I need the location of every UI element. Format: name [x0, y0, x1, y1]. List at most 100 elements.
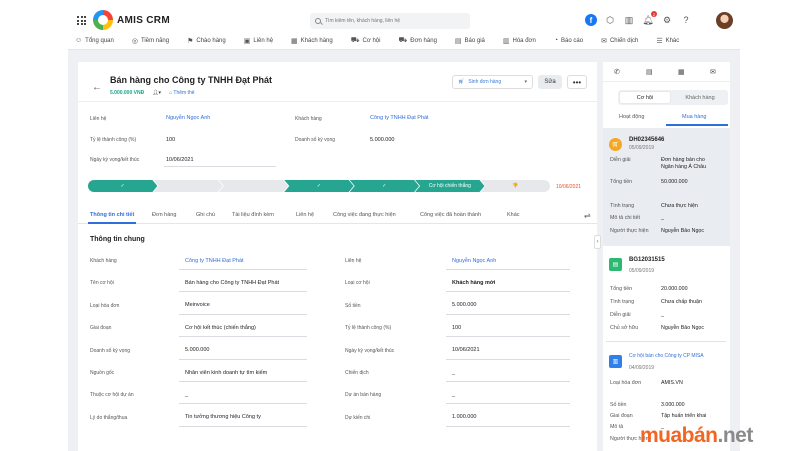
field-value[interactable]: _: [452, 370, 455, 376]
search-input[interactable]: [325, 18, 465, 24]
add-tag-link[interactable]: ⌂ Thêm thẻ: [169, 90, 194, 96]
stage-step[interactable]: Cơ hội chiến thắng: [415, 180, 484, 192]
field-label: Giai đoạn: [90, 325, 112, 332]
nav-label: Khách hàng: [300, 37, 333, 44]
field-value[interactable]: Tin tưởng thương hiệu Công ty: [185, 414, 261, 420]
owner-icon[interactable]: 👤︎▾: [152, 90, 161, 96]
tab-5[interactable]: Công việc đang thực hiện: [333, 212, 396, 218]
nav-item[interactable]: ▥ Hóa đơn: [503, 36, 536, 45]
nav-item[interactable]: ☺ Tổng quan: [75, 36, 114, 45]
field-label: Dự án bán hàng: [345, 392, 382, 399]
field-label: Tỷ lệ thành công (%): [345, 325, 392, 332]
collapse-panel-button[interactable]: ›: [594, 235, 601, 249]
more-button[interactable]: •••: [567, 75, 587, 89]
side-tab-indicator: [666, 124, 728, 126]
phone-icon[interactable]: ✆: [614, 68, 620, 76]
clipboard-icon[interactable]: ▤: [646, 68, 653, 76]
field-value[interactable]: _: [185, 392, 188, 398]
field-value[interactable]: Công ty TNHH Đạt Phát: [185, 258, 244, 264]
order-date: 05/09/2019: [629, 145, 655, 151]
search-box[interactable]: [310, 13, 470, 29]
nav-label: Chào hàng: [196, 37, 226, 44]
order-field-label: Diễn giải: [610, 157, 631, 163]
stage-step[interactable]: ✓: [88, 180, 157, 192]
field-value[interactable]: Cơ hội kết thúc (chiến thắng): [185, 325, 256, 331]
field-value[interactable]: Khách hàng mới: [452, 280, 495, 286]
order-code[interactable]: DH02345646: [629, 137, 664, 143]
field-value[interactable]: Meinvoice: [185, 302, 210, 308]
user-avatar[interactable]: [716, 12, 733, 29]
gear-icon[interactable]: ⚙: [661, 14, 673, 26]
field-label: Khách hàng: [90, 258, 117, 264]
section-title: Thông tin chung: [90, 236, 145, 243]
nav-item[interactable]: ✉ Chiến dịch: [601, 36, 638, 45]
field-value[interactable]: Nhân viên kinh doanh tự tìm kiếm: [185, 370, 267, 376]
field-value[interactable]: 5.000.000: [185, 347, 209, 353]
order-field-value: Chưa thực hiện: [661, 203, 698, 209]
nav-item[interactable]: ☰ Khác: [656, 36, 679, 45]
stage-step[interactable]: ✓: [284, 180, 353, 192]
app-grid-icon[interactable]: [77, 16, 86, 25]
stage-step[interactable]: ✓: [350, 180, 419, 192]
tab-3[interactable]: Tài liệu đính kèm: [232, 212, 274, 218]
nav-item[interactable]: ◔ Báo cáo: [554, 36, 583, 45]
summary-date-label: Ngày kỳ vọng/kết thúc: [90, 157, 140, 163]
field-label: Nguồn gốc: [90, 370, 115, 376]
action-type-select[interactable]: 🛒︎ Sinh đơn hàng ▾: [452, 75, 533, 89]
field-value[interactable]: 100: [452, 325, 461, 331]
nav-label: Tổng quan: [85, 37, 114, 44]
tab-7[interactable]: Khác: [507, 212, 520, 218]
field-value[interactable]: 10/06/2021: [452, 347, 480, 353]
summary-contact-value[interactable]: Nguyễn Ngọc Anh: [166, 115, 210, 121]
quote-code[interactable]: BG12031515: [629, 257, 665, 263]
tab-1[interactable]: Đơn hàng: [152, 212, 176, 218]
nav-icon: ⚑: [187, 37, 194, 45]
box-icon[interactable]: ⬡: [604, 14, 616, 26]
nav-item[interactable]: ▤ Báo giá: [455, 36, 485, 45]
page-title: Bán hàng cho Công ty TNHH Đạt Phát: [110, 75, 272, 85]
field-value[interactable]: _: [452, 392, 455, 398]
stage-step[interactable]: [219, 180, 288, 192]
field-value[interactable]: Bán hàng cho Công ty TNHH Đạt Phát: [185, 280, 279, 286]
order-field-label: Tổng tiền: [610, 286, 633, 292]
field-underline: [446, 381, 570, 382]
bell-icon[interactable]: 🔔︎ 2: [642, 11, 657, 26]
nav-icon: ▥: [502, 37, 510, 45]
nav-item[interactable]: ⚑ Chào hàng: [187, 36, 226, 45]
tab-0[interactable]: Thông tin chi tiết: [90, 212, 134, 218]
field-underline: [179, 425, 307, 427]
order-field-label: Diễn giải: [610, 312, 631, 318]
nav-item[interactable]: ⛟ Cơ hội: [351, 36, 381, 45]
tab-purchase[interactable]: Mua hàng: [682, 114, 706, 120]
field-value[interactable]: 5.000.000: [452, 302, 476, 308]
stage-step[interactable]: 👎: [480, 180, 550, 192]
tab-6[interactable]: Công việc đã hoàn thành: [420, 212, 481, 218]
summary-customer-value[interactable]: Công ty TNHH Đạt Phát: [370, 115, 429, 121]
nav-item[interactable]: ⛟ Đơn hàng: [398, 36, 436, 45]
stage-step[interactable]: [153, 180, 222, 192]
nav-item[interactable]: ▦ Khách hàng: [291, 36, 333, 45]
settings-sliders-icon[interactable]: ⇌: [584, 211, 591, 220]
top-icons: f ⬡ ▥ 🔔︎ 2 ⚙ ?: [585, 11, 692, 26]
nav-item[interactable]: ◎ Tiềm năng: [132, 36, 169, 45]
field-value[interactable]: 1.000.000: [452, 414, 476, 420]
nav-item[interactable]: ▣ Liên hệ: [244, 36, 273, 45]
tab-4[interactable]: Liên hệ: [296, 212, 314, 218]
field-value[interactable]: Nguyễn Ngọc Anh: [452, 258, 496, 264]
opportunity-link[interactable]: Cơ hội bán cho Công ty CP MISA: [629, 353, 704, 359]
calendar-icon[interactable]: ▦: [678, 68, 685, 76]
mail-icon[interactable]: ✉: [710, 68, 716, 76]
help-icon[interactable]: ?: [680, 14, 692, 26]
facebook-icon[interactable]: f: [585, 14, 597, 26]
building-icon[interactable]: ▥: [623, 14, 635, 26]
order-field-value: 3.000.000: [661, 402, 685, 408]
toggle-customer[interactable]: Khách hàng: [674, 92, 726, 103]
watermark-logo: muabán.net: [640, 424, 753, 447]
edit-button[interactable]: Sửa: [538, 75, 562, 89]
tab-2[interactable]: Ghi chú: [196, 212, 215, 218]
tab-activity[interactable]: Hoạt động: [619, 114, 644, 120]
back-arrow-icon[interactable]: ←: [92, 82, 102, 93]
field-label: Doanh số kỳ vọng: [90, 347, 131, 354]
field-underline: [179, 336, 307, 338]
toggle-opportunity[interactable]: Cơ hội: [620, 92, 670, 103]
